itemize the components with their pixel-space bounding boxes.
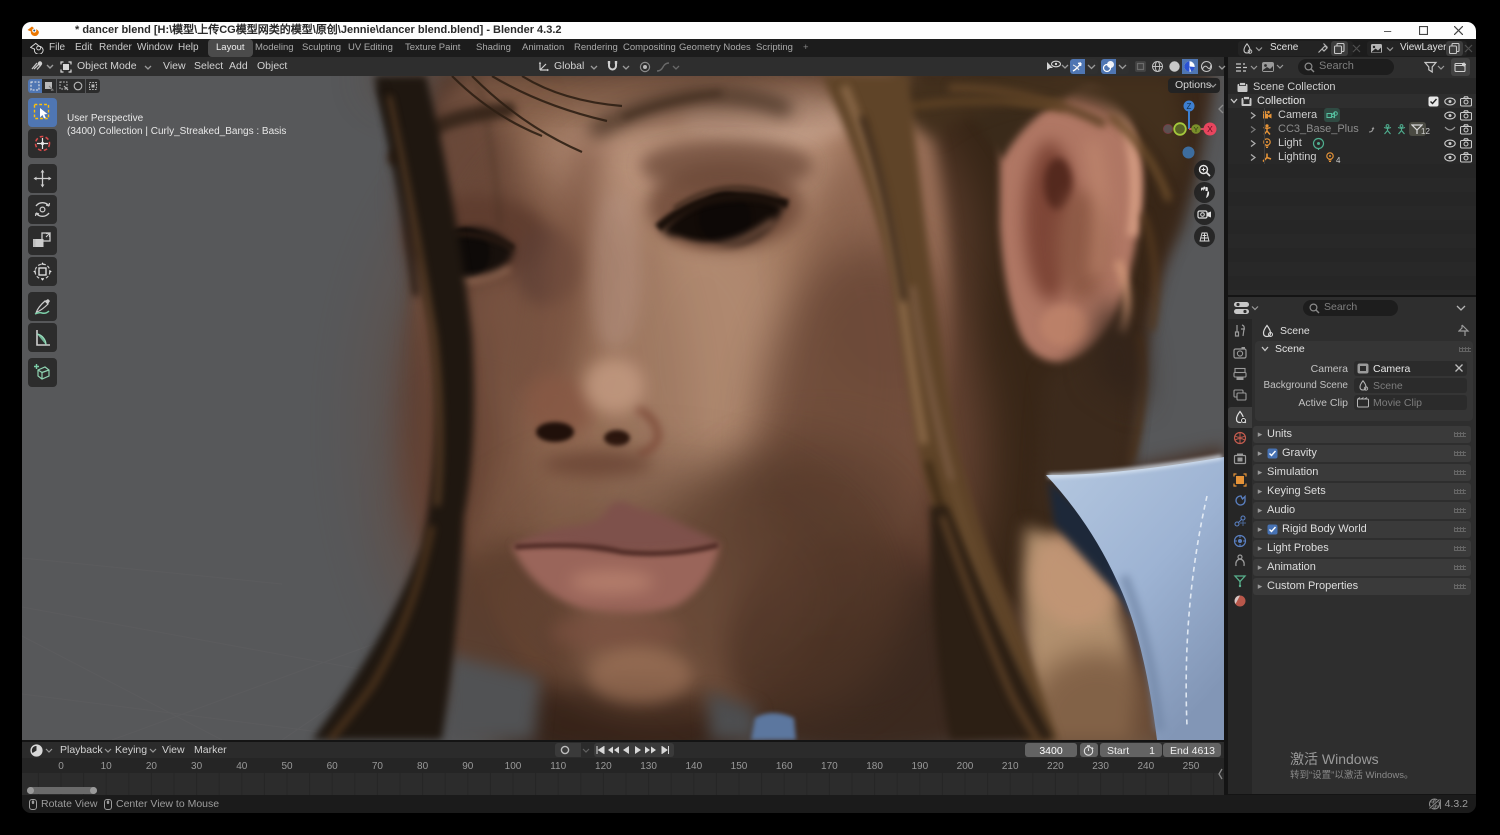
svg-text:80: 80: [417, 761, 429, 772]
svg-text:230: 230: [1092, 761, 1109, 772]
svg-text:Y: Y: [1193, 125, 1198, 134]
svg-text:10: 10: [101, 761, 113, 772]
svg-text:220: 220: [1047, 761, 1064, 772]
svg-text:70: 70: [372, 761, 384, 772]
svg-text:90: 90: [462, 761, 474, 772]
svg-text:200: 200: [957, 761, 974, 772]
svg-text:140: 140: [685, 761, 702, 772]
svg-text:190: 190: [911, 761, 928, 772]
svg-text:40: 40: [236, 761, 248, 772]
svg-text:60: 60: [327, 761, 339, 772]
svg-text:120: 120: [595, 761, 612, 772]
svg-text:30: 30: [191, 761, 203, 772]
svg-text:0: 0: [58, 761, 64, 772]
svg-text:20: 20: [146, 761, 158, 772]
svg-text:130: 130: [640, 761, 657, 772]
svg-text:210: 210: [1002, 761, 1019, 772]
svg-text:160: 160: [776, 761, 793, 772]
svg-text:X: X: [1207, 124, 1213, 134]
svg-text:250: 250: [1183, 761, 1200, 772]
svg-text:100: 100: [505, 761, 522, 772]
svg-text:Z: Z: [1187, 102, 1192, 111]
svg-text:110: 110: [550, 761, 566, 772]
svg-text:50: 50: [281, 761, 293, 772]
svg-text:240: 240: [1137, 761, 1154, 772]
svg-text:150: 150: [731, 761, 748, 772]
svg-text:180: 180: [866, 761, 883, 772]
svg-text:170: 170: [821, 761, 838, 772]
